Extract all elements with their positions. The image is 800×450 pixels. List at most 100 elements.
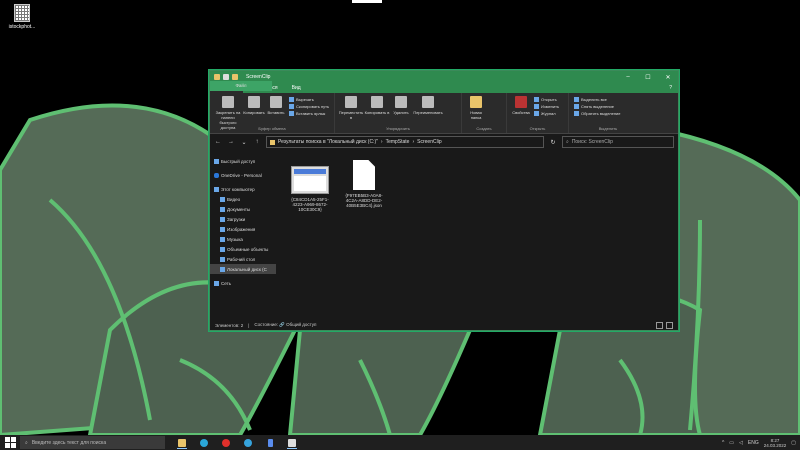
nav-item-quick-access[interactable]: Быстрый доступ: [210, 156, 276, 166]
up-arrow-icon[interactable]: ↑: [253, 139, 261, 145]
select-group: Выделить все Снять выделение Обратить вы…: [569, 93, 647, 133]
group-label: Создать: [476, 126, 492, 131]
title-bar[interactable]: ScreenClip – ☐ ✕: [210, 71, 678, 83]
nav-item-videos[interactable]: Видео: [210, 194, 276, 204]
navigation-pane: Быстрый доступ OneDrive - Personal Этот …: [210, 150, 276, 320]
invert-selection-icon: [574, 111, 579, 116]
file-item[interactable]: {C84CD1A5-25F1-4223-A969-8672-10CE30C9}: [286, 160, 334, 212]
nav-item-desktop[interactable]: Рабочий стол: [210, 254, 276, 264]
delete-icon: [395, 96, 407, 108]
address-bar[interactable]: Результаты поиска в "Локальный диск (C:)…: [266, 136, 544, 148]
back-arrow-icon[interactable]: ←: [214, 139, 222, 145]
cube-icon: [220, 246, 225, 252]
nav-item-network[interactable]: Сеть: [210, 278, 276, 288]
new-folder-icon: [470, 96, 482, 108]
properties-button[interactable]: Свойства: [510, 96, 532, 115]
refresh-icon[interactable]: ↻: [549, 139, 557, 146]
move-to-button[interactable]: Переместить в: [338, 96, 364, 120]
copy-to-button[interactable]: Копировать в: [364, 96, 390, 115]
desktop-icon-label: istockphot...: [8, 24, 36, 30]
notification-icon[interactable]: ▢: [791, 440, 796, 446]
properties-icon[interactable]: [223, 74, 229, 80]
chevron-right-icon: ›: [412, 139, 415, 145]
rename-button[interactable]: Переименовать: [412, 96, 444, 115]
nav-item-music[interactable]: Музыка: [210, 234, 276, 244]
tab-file[interactable]: Файл: [210, 81, 272, 91]
opera-taskbar-icon[interactable]: [219, 436, 233, 449]
open-icon: [534, 97, 539, 102]
image-thumbnail-icon: [291, 166, 329, 194]
maximize-button[interactable]: ☐: [638, 74, 658, 81]
network-icon[interactable]: ▭: [729, 440, 734, 446]
search-placeholder: Поиск: ScreenClip: [571, 139, 613, 145]
edit-button[interactable]: Изменить: [534, 104, 559, 109]
file-item[interactable]: {F97EB5B3-A0A8-4C2A-A8DD-DE2-40B5E3BC4}.…: [340, 160, 388, 208]
chevron-down-icon[interactable]: ⌄: [240, 139, 248, 146]
chevron-up-icon[interactable]: ^: [722, 440, 724, 446]
breadcrumb-screenclip[interactable]: ScreenClip: [417, 139, 441, 145]
taskbar-search-placeholder: Введите здесь текст для поиска: [31, 439, 107, 446]
group-label: Открыть: [529, 126, 546, 131]
edge-taskbar-icon[interactable]: [197, 436, 211, 449]
select-none-button[interactable]: Снять выделение: [574, 104, 621, 109]
cut-button[interactable]: Вырезать: [289, 97, 329, 102]
paste-button[interactable]: Вставить: [265, 96, 287, 115]
ribbon: Закрепить на панели быстрого доступа Коп…: [210, 93, 678, 134]
forward-arrow-icon[interactable]: →: [227, 139, 235, 145]
nav-item-documents[interactable]: Документы: [210, 204, 276, 214]
nav-item-downloads[interactable]: Загрузки: [210, 214, 276, 224]
file-explorer-taskbar-icon[interactable]: [175, 436, 189, 449]
nav-item-pictures[interactable]: Изображения: [210, 224, 276, 234]
folder-icon[interactable]: [214, 74, 220, 80]
large-icons-view-icon[interactable]: [666, 321, 673, 329]
volume-icon[interactable]: ◁: [739, 440, 743, 446]
divider: |: [248, 322, 250, 328]
close-button[interactable]: ✕: [658, 74, 678, 81]
minimize-button[interactable]: –: [618, 74, 638, 81]
tab-view[interactable]: Вид: [285, 83, 308, 93]
search-input[interactable]: ⌕ Поиск: ScreenClip: [562, 136, 674, 148]
address-row: ← → ⌄ ↑ Результаты поиска в "Локальный д…: [210, 134, 678, 150]
breadcrumb-search-results[interactable]: Результаты поиска в "Локальный диск (C:)…: [278, 139, 378, 145]
group-label: Выделить: [598, 126, 618, 131]
phone-app-taskbar-icon[interactable]: [263, 436, 277, 449]
copy-button[interactable]: Копировать: [243, 96, 265, 115]
share-state: Состояние: 🔗 Общий доступ: [254, 322, 317, 327]
item-count: Элементов: 2: [215, 322, 244, 328]
star-icon: [214, 158, 219, 164]
paste-shortcut-button[interactable]: Вставить ярлык: [289, 111, 329, 116]
copy-path-button[interactable]: Скопировать путь: [289, 104, 329, 109]
telegram-taskbar-icon[interactable]: [241, 436, 255, 449]
desktop-icon-istockphoto[interactable]: istockphot...: [4, 4, 40, 30]
pin-quick-access-button[interactable]: Закрепить на панели быстрого доступа: [213, 96, 243, 130]
quick-access-toolbar: [210, 74, 238, 80]
taskbar-apps: [175, 436, 299, 449]
help-icon[interactable]: ?: [663, 83, 678, 93]
chevron-right-icon: ›: [380, 139, 383, 145]
paste-icon: [270, 96, 282, 108]
nav-item-onedrive[interactable]: OneDrive - Personal: [210, 170, 276, 180]
nav-item-3d-objects[interactable]: Объемные объекты: [210, 244, 276, 254]
open-button[interactable]: Открыть: [534, 97, 559, 102]
nav-item-local-disk[interactable]: Локальный диск (C: [210, 264, 276, 274]
snipping-tool-taskbar-icon[interactable]: [285, 436, 299, 449]
new-folder-icon[interactable]: [232, 74, 238, 80]
windows-start-icon[interactable]: [4, 437, 16, 449]
clock-date: 24.03.2022: [763, 442, 787, 448]
select-all-button[interactable]: Выделить все: [574, 97, 621, 102]
edit-icon: [534, 104, 539, 109]
delete-button[interactable]: Удалить: [390, 96, 412, 115]
invert-selection-button[interactable]: Обратить выделение: [574, 111, 621, 116]
clock[interactable]: 8:27 24.03.2022: [764, 438, 787, 448]
scissors-icon: [289, 97, 294, 102]
new-folder-button[interactable]: Новая папка: [465, 96, 487, 120]
details-view-icon[interactable]: [656, 321, 663, 329]
taskbar-search-input[interactable]: ⌕ Введите здесь текст для поиска: [20, 436, 165, 449]
history-button[interactable]: Журнал: [534, 111, 559, 116]
language-indicator[interactable]: ENG: [748, 440, 759, 446]
group-label: Буфер обмена: [258, 126, 286, 131]
documents-icon: [220, 206, 225, 212]
search-icon: ⌕: [25, 439, 28, 446]
breadcrumb-tempstate[interactable]: TempState: [386, 139, 410, 145]
nav-item-this-pc[interactable]: Этот компьютер: [210, 184, 276, 194]
